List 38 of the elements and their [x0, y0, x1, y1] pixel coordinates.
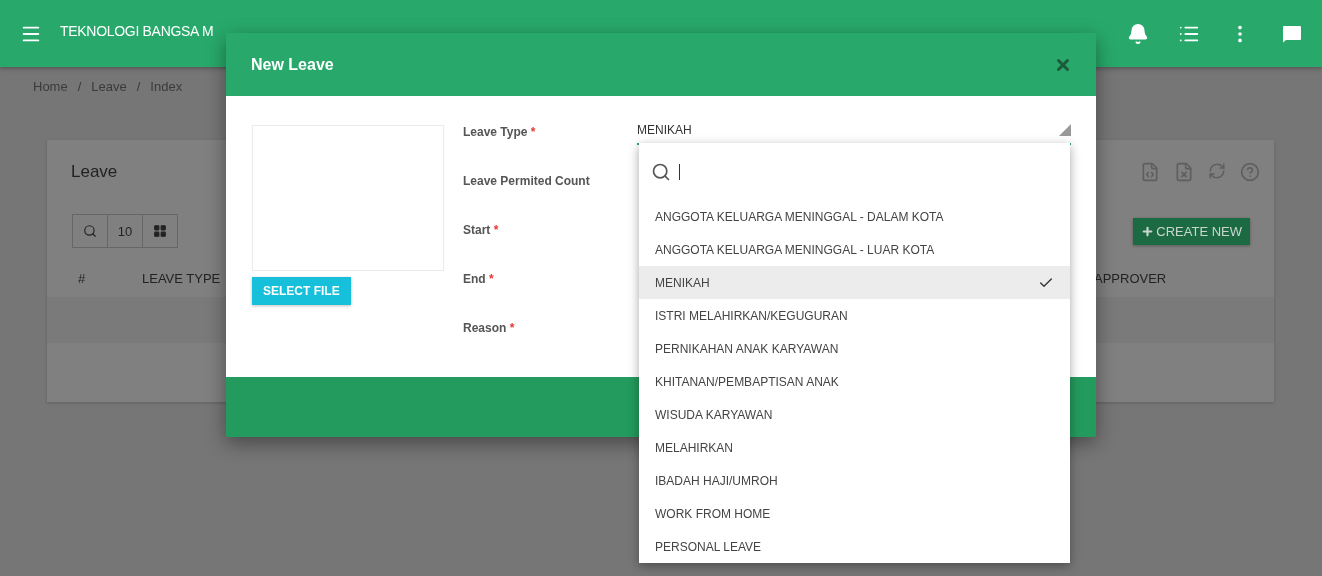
field-label: End * — [463, 272, 495, 288]
file-code-icon[interactable] — [1140, 162, 1160, 182]
dropdown-option[interactable]: ANGGOTA KELUARGA MENINGGAL - LUAR KOTA — [639, 233, 1070, 266]
field-label: Leave Type * — [463, 125, 537, 141]
dropdown-option[interactable]: IBADAH HAJI/UMROH — [639, 464, 1070, 497]
dropdown-option[interactable]: PERSONAL LEAVE — [639, 530, 1070, 563]
search-icon — [83, 224, 97, 238]
spreadsheet-icon[interactable] — [1174, 162, 1194, 182]
app-title: TEKNOLOGI BANGSA M — [60, 22, 215, 39]
column-header: APPROVER — [1094, 271, 1167, 286]
refresh-icon[interactable] — [1208, 162, 1226, 180]
dialog-title: New Leave — [251, 55, 334, 74]
field-label: Leave Permited Count — [463, 174, 590, 190]
page-size-button[interactable]: 10 — [107, 214, 143, 248]
column-header: # — [78, 271, 86, 286]
field-label: Start * — [463, 223, 500, 239]
field-label: Reason * — [463, 321, 516, 337]
dropdown-option[interactable]: WISUDA KARYAWAN — [639, 398, 1070, 431]
card-title: Leave — [71, 162, 118, 182]
dropdown-option[interactable]: ANGGOTA KELUARGA MENINGGAL - DALAM KOTA — [639, 200, 1070, 233]
dropdown-option[interactable]: KHITANAN/PEMBAPTISAN ANAK — [639, 365, 1070, 398]
help-icon[interactable] — [1240, 162, 1260, 182]
bell-icon[interactable] — [1127, 22, 1149, 45]
dropdown-option[interactable]: PERNIKAHAN ANAK KARYAWAN — [639, 332, 1070, 365]
dropdown-option[interactable]: WORK FROM HOME — [639, 497, 1070, 530]
dropdown-option[interactable]: MELAHIRKAN — [639, 431, 1070, 464]
search-icon — [651, 161, 671, 182]
columns-button[interactable] — [142, 214, 178, 248]
create-new-button[interactable]: CREATE NEW — [1133, 217, 1250, 245]
dropdown-option[interactable]: ISTRI MELAHIRKAN/KEGUGURAN — [639, 299, 1070, 332]
dropdown-triangle-icon — [1059, 124, 1071, 136]
breadcrumb-separator: / — [136, 79, 141, 96]
grid-icon — [153, 224, 167, 238]
column-header: LEAVE TYPE — [142, 271, 221, 286]
breadcrumb-separator: / — [77, 79, 82, 96]
search-button[interactable] — [72, 214, 108, 248]
plus-icon — [1141, 224, 1155, 238]
dropdown-option[interactable]: MENIKAH — [639, 266, 1070, 299]
